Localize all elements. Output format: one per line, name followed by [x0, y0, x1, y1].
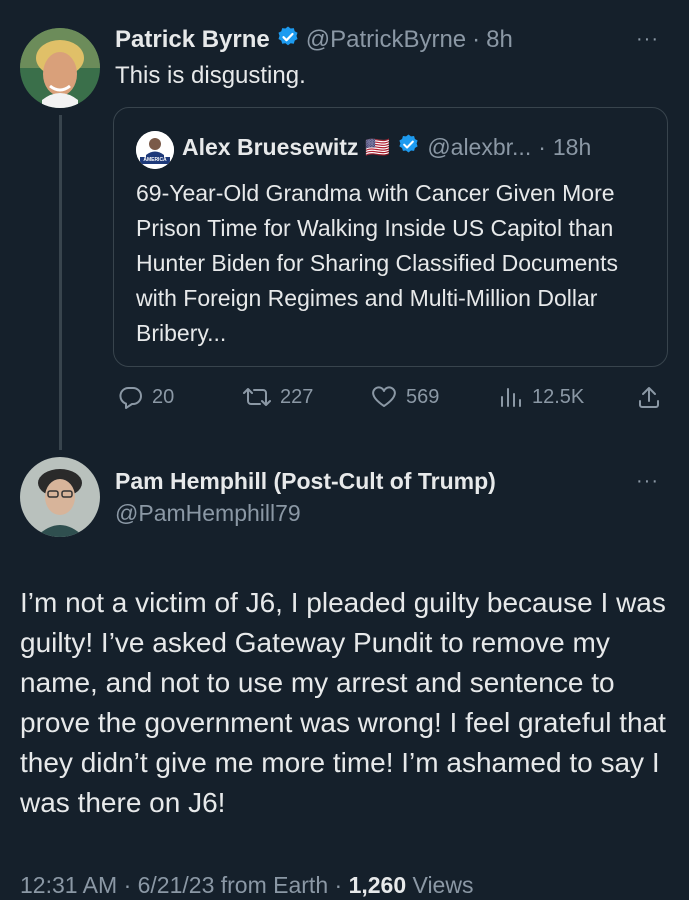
more-icon[interactable]: ···: [636, 28, 659, 51]
author-name[interactable]: Patrick Byrne: [115, 26, 270, 54]
views-button[interactable]: 12.5K: [498, 385, 584, 409]
dot-separator: ·: [472, 25, 481, 53]
verified-icon: [397, 133, 420, 161]
retweet-button[interactable]: 227: [242, 385, 313, 409]
avatar-patrick-byrne[interactable]: [20, 28, 100, 108]
reply-author-name[interactable]: Pam Hemphill (Post-Cult of Trump): [115, 468, 496, 495]
like-icon: [370, 385, 398, 409]
thread-line: [59, 115, 62, 450]
reply-button[interactable]: 20: [118, 385, 174, 409]
reply-timestamp[interactable]: 12:31 AM · 6/21/23 from Earth ·: [20, 872, 349, 898]
tweet-text: This is disgusting.: [115, 62, 306, 89]
retweet-icon: [242, 385, 272, 409]
retweet-count: 227: [280, 385, 314, 408]
avatar-pam-hemphill[interactable]: [20, 457, 100, 537]
reply-count: 20: [152, 385, 175, 408]
dot-separator: ·: [538, 133, 546, 160]
tweet-time[interactable]: 8h: [486, 26, 513, 54]
like-count: 569: [406, 385, 440, 408]
reply-icon: [118, 385, 144, 409]
reply-text: I’m not a victim of J6, I pleaded guilty…: [20, 587, 666, 818]
author-handle[interactable]: @PatrickByrne: [306, 26, 466, 54]
reply-meta: 12:31 AM · 6/21/23 from Earth · 1,260 Vi…: [20, 872, 473, 899]
views-icon: [498, 385, 524, 409]
quote-author-name[interactable]: Alex Bruesewitz: [182, 134, 358, 161]
share-button[interactable]: [636, 385, 662, 411]
views-count: 12.5K: [532, 385, 585, 408]
avatar-alex-bruesewitz[interactable]: AMERICA: [136, 131, 174, 169]
like-button[interactable]: 569: [370, 385, 439, 409]
avatar-badge-text: AMERICA: [143, 157, 167, 163]
reply-author-handle[interactable]: @PamHemphill79: [115, 500, 301, 527]
flag-emoji: 🇺🇸: [365, 136, 391, 159]
verified-icon: [276, 25, 300, 54]
more-icon[interactable]: ···: [636, 470, 659, 493]
quote-text: 69-Year-Old Grandma with Cancer Given Mo…: [136, 180, 618, 346]
reply-views-label: Views: [412, 872, 474, 898]
quoted-tweet[interactable]: AMERICA Alex Bruesewitz 🇺🇸 @alexbr... · …: [113, 107, 668, 367]
quote-time[interactable]: 18h: [553, 134, 591, 161]
quote-author-handle[interactable]: @alexbr...: [427, 134, 531, 161]
reply-views-count: 1,260: [348, 872, 407, 898]
share-icon: [636, 385, 662, 411]
